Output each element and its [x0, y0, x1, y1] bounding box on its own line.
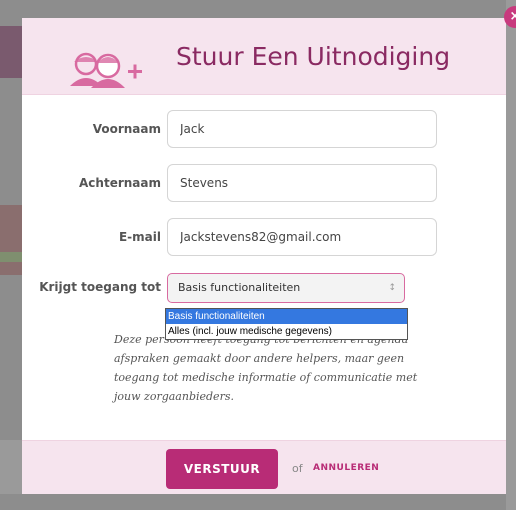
first-name-input[interactable]: [167, 110, 437, 148]
modal-header: Stuur Een Uitnodiging: [22, 18, 506, 95]
email-label: E-mail: [118, 230, 161, 244]
select-arrows-icon: ↕: [388, 283, 396, 293]
access-dropdown-list: Basis functionaliteiten Alles (incl. jou…: [165, 308, 408, 340]
dropdown-option[interactable]: Basis functionaliteiten: [166, 309, 407, 324]
modal-footer: VERSTUUR of ANNULEREN: [22, 440, 506, 494]
access-label: Krijgt toegang tot: [39, 280, 161, 294]
background-fragment: [0, 252, 22, 262]
access-select[interactable]: Basis functionaliteiten ↕: [167, 273, 405, 303]
last-name-input[interactable]: [167, 164, 437, 202]
email-input[interactable]: [167, 218, 437, 256]
last-name-row: Achternaam: [22, 164, 506, 204]
access-help-text: Deze persoon heeft toegang tot berichten…: [114, 333, 418, 403]
or-text: of: [292, 462, 303, 475]
first-name-label: Voornaam: [92, 122, 161, 136]
background-fragment: [0, 440, 22, 494]
invite-modal: Stuur Een Uitnodiging Voornaam Achternaa…: [22, 18, 506, 494]
background-fragment: [0, 205, 22, 275]
first-name-row: Voornaam: [22, 110, 506, 150]
email-row: E-mail: [22, 218, 506, 258]
background-fragment: [506, 0, 516, 510]
access-select-value: Basis functionaliteiten: [178, 281, 301, 294]
modal-title: Stuur Een Uitnodiging: [176, 42, 451, 71]
last-name-label: Achternaam: [79, 176, 161, 190]
dropdown-option[interactable]: Alles (incl. jouw medische gegevens): [166, 324, 407, 339]
submit-button[interactable]: VERSTUUR: [166, 449, 278, 489]
add-users-icon: [70, 52, 142, 88]
background-fragment: [0, 26, 22, 78]
access-row: Krijgt toegang tot Basis functionaliteit…: [22, 272, 506, 312]
cancel-link[interactable]: ANNULEREN: [313, 463, 379, 473]
